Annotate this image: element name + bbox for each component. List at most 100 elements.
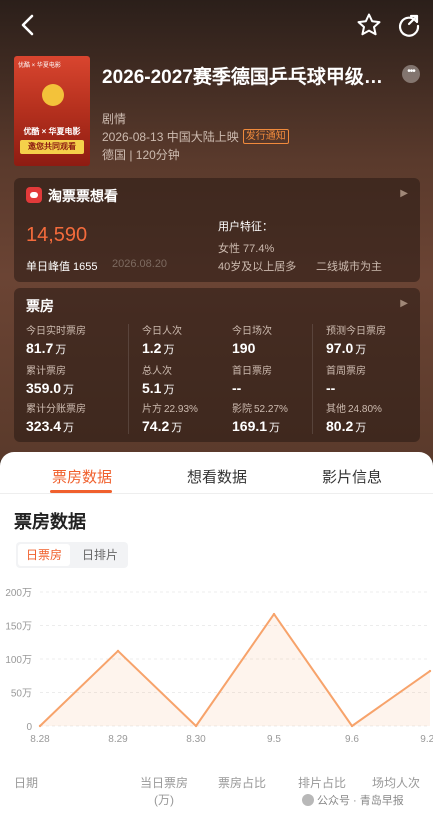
watermark-text: 公众号 · 青岛早报	[317, 795, 404, 807]
stat-item: 累计分账票房 323.4 万	[26, 400, 122, 435]
stat-label-text: 总人次	[142, 366, 172, 377]
wechat-icon	[302, 794, 314, 806]
column-schedule-share: 排片占比	[298, 776, 347, 790]
seg-daily-schedule[interactable]: 日排片	[74, 544, 126, 566]
release-notice-badge[interactable]: 发行通知	[242, 129, 289, 144]
user-feature-age: 40岁及以上居多	[218, 261, 297, 273]
stat-label: 累计票房	[26, 362, 122, 377]
stat-value: 80.2 万	[326, 418, 422, 435]
more-icon[interactable]: •••	[402, 65, 420, 83]
top-bar	[0, 0, 433, 50]
want-card-title: 淘票票想看	[48, 188, 118, 204]
stat-value-number: 5.1	[142, 380, 162, 396]
country-duration: 德国 | 120分钟	[102, 148, 180, 162]
tab-bar: 票房数据 想看数据 影片信息	[0, 452, 433, 494]
segmented-control: 日票房 日排片	[16, 542, 129, 568]
stat-label-text: 片方	[142, 404, 162, 415]
user-feature-city: 二线城市为主	[316, 261, 382, 273]
data-point[interactable]	[194, 724, 198, 728]
stat-item: 预测今日票房 97.0 万	[326, 322, 422, 357]
stat-value: 97.0 万	[326, 340, 422, 357]
stat-value-number: 169.1	[232, 418, 268, 434]
star-icon[interactable]	[356, 12, 382, 38]
stat-value: 323.4 万	[26, 418, 122, 435]
stat-value-number: --	[326, 380, 336, 396]
taopiaopiao-logo-icon	[26, 187, 42, 203]
stat-label: 今日场次	[232, 322, 328, 337]
stat-value-number: 190	[232, 340, 256, 356]
y-tick-label: 50万	[11, 689, 32, 700]
y-tick-label: 150万	[5, 622, 32, 633]
stat-value-number: 359.0	[26, 380, 62, 396]
chevron-right-icon: ▶	[400, 188, 408, 199]
stats-divider	[312, 324, 313, 434]
stat-label: 今日人次	[142, 322, 238, 337]
stat-label: 首周票房	[326, 362, 422, 377]
data-point[interactable]	[272, 612, 276, 616]
stat-item: 今日实时票房 81.7 万	[26, 322, 122, 357]
seg-daily-boxoffice[interactable]: 日票房	[18, 544, 71, 566]
tab-want-data[interactable]: 想看数据	[187, 466, 247, 487]
column-daily-boxoffice-unit: (万)	[154, 793, 174, 807]
x-tick-label: 8.30	[186, 734, 206, 745]
active-tab-indicator	[50, 490, 112, 493]
data-point[interactable]	[116, 649, 120, 653]
share-icon[interactable]	[396, 12, 422, 38]
y-tick-label: 100万	[5, 655, 32, 666]
stat-unit: 万	[355, 344, 367, 356]
poster-text-bottom: 邀您共同观看	[20, 140, 84, 154]
stat-value-number: --	[232, 380, 242, 396]
tab-movie-info[interactable]: 影片信息	[322, 466, 382, 487]
stat-label: 总人次	[142, 362, 238, 377]
stat-value-number: 74.2	[142, 418, 170, 434]
stat-value: 190	[232, 340, 328, 356]
poster-ball-graphic	[42, 84, 64, 106]
x-tick-label: 9.6	[345, 734, 359, 745]
chevron-right-icon: ▶	[400, 298, 408, 309]
stat-label: 首日票房	[232, 362, 328, 377]
boxoffice-line-chart[interactable]: 0 50万 100万 150万 200万 8.28 8.29 8.30 9.5 9.6 9.27	[0, 582, 433, 752]
stat-item: 影院 52.27% 169.1 万	[232, 400, 328, 435]
column-boxoffice-share: 票房占比	[218, 776, 267, 790]
stat-value: 81.7 万	[26, 340, 122, 357]
stat-percent: 24.80%	[348, 404, 382, 415]
y-tick-label: 200万	[5, 588, 32, 599]
data-point[interactable]	[350, 724, 354, 728]
want-card[interactable]: 淘票票想看 ▶ 14,590 单日峰值 1655 2026.08.20 用户特征…	[14, 178, 420, 282]
movie-poster[interactable]: 优酷 × 华夏电影 优酷 × 华夏电影 邀您共同观看	[14, 56, 90, 166]
stat-label-text: 今日场次	[232, 326, 272, 337]
stat-unit: 万	[163, 344, 175, 356]
column-date: 日期	[14, 776, 39, 790]
stat-label-text: 累计分账票房	[26, 404, 86, 415]
poster-brand: 优酷 × 华夏电影	[18, 63, 61, 69]
watermark: 公众号 · 青岛早报	[302, 792, 404, 808]
column-avg-attendance: 场均人次	[372, 776, 421, 790]
stat-label: 预测今日票房	[326, 322, 422, 337]
want-count: 14,590	[26, 224, 88, 246]
stat-unit: 万	[63, 384, 75, 396]
stat-unit: 万	[355, 422, 367, 434]
stat-label-text: 预测今日票房	[326, 326, 386, 337]
stat-unit: 万	[269, 422, 281, 434]
stat-percent: 22.93%	[164, 404, 198, 415]
stat-unit: 万	[163, 384, 175, 396]
stat-label: 影院 52.27%	[232, 400, 328, 415]
stat-item: 总人次 5.1 万	[142, 362, 238, 397]
x-tick-label: 8.28	[30, 734, 50, 745]
stat-unit: 万	[171, 422, 183, 434]
stat-value: 359.0 万	[26, 380, 122, 397]
movie-title: 2026-2027赛季德国乒乓球甲级…	[102, 67, 383, 88]
stat-percent: 52.27%	[254, 404, 288, 415]
stat-label: 今日实时票房	[26, 322, 122, 337]
stat-item: 首日票房 --	[232, 362, 328, 396]
column-daily-boxoffice: 当日票房 (万)	[136, 774, 192, 808]
section-title: 票房数据	[14, 512, 86, 532]
data-point[interactable]	[38, 724, 42, 728]
stat-label: 累计分账票房	[26, 400, 122, 415]
back-icon[interactable]	[18, 12, 40, 38]
boxoffice-card[interactable]: 票房 ▶ 今日实时票房 81.7 万今日人次 1.2 万今日场次 190 预测今日票房 97.…	[14, 288, 420, 442]
tab-boxoffice-data[interactable]: 票房数据	[52, 466, 112, 487]
stat-value: 74.2 万	[142, 418, 238, 435]
data-point[interactable]	[428, 669, 432, 673]
stats-divider	[128, 324, 129, 434]
